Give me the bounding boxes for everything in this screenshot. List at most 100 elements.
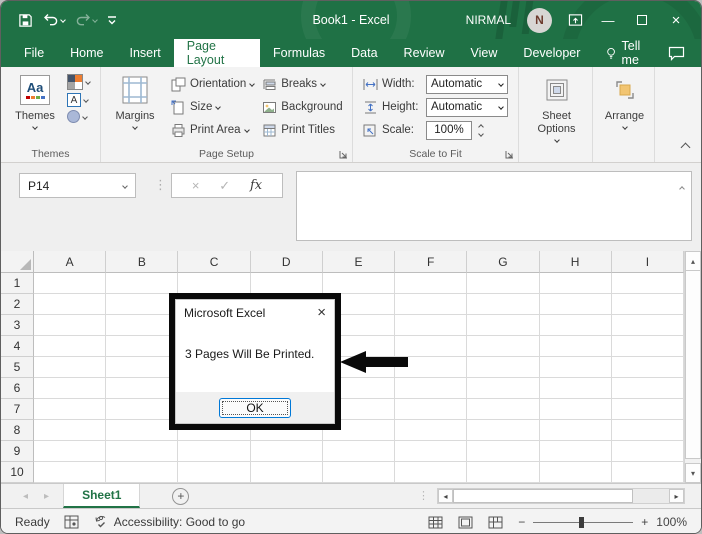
- next-sheet-button[interactable]: ▸: [44, 491, 49, 502]
- theme-effects-button[interactable]: [67, 110, 90, 123]
- cell-E10[interactable]: [323, 462, 395, 483]
- cell-C1[interactable]: [178, 273, 250, 294]
- column-header-F[interactable]: F: [395, 251, 467, 273]
- cell-B5[interactable]: [106, 357, 178, 378]
- cancel-entry-button[interactable]: ×: [192, 178, 200, 193]
- minimize-button[interactable]: —: [599, 13, 617, 28]
- cell-A6[interactable]: [34, 378, 106, 399]
- column-header-A[interactable]: A: [34, 251, 106, 273]
- scale-input[interactable]: 100%: [426, 121, 472, 140]
- cell-G1[interactable]: [467, 273, 539, 294]
- avatar[interactable]: N: [527, 8, 552, 33]
- horizontal-scrollbar-track[interactable]: [633, 489, 669, 503]
- cell-B7[interactable]: [106, 399, 178, 420]
- cell-D9[interactable]: [251, 441, 323, 462]
- scroll-up-button[interactable]: ▴: [685, 251, 701, 271]
- cell-I8[interactable]: [612, 420, 684, 441]
- tab-insert[interactable]: Insert: [117, 39, 174, 67]
- scroll-down-button[interactable]: ▾: [685, 463, 701, 483]
- close-button[interactable]: ×: [667, 12, 685, 29]
- undo-button[interactable]: [40, 10, 68, 30]
- cell-G5[interactable]: [467, 357, 539, 378]
- cell-C10[interactable]: [178, 462, 250, 483]
- cell-H4[interactable]: [540, 336, 612, 357]
- tab-view[interactable]: View: [458, 39, 511, 67]
- row-header-2[interactable]: 2: [1, 294, 34, 315]
- cell-A5[interactable]: [34, 357, 106, 378]
- accessibility-status[interactable]: Accessibility: Good to go: [93, 515, 245, 529]
- tab-home[interactable]: Home: [57, 39, 116, 67]
- cell-A4[interactable]: [34, 336, 106, 357]
- arrange-button[interactable]: Arrange: [599, 71, 650, 129]
- cell-I7[interactable]: [612, 399, 684, 420]
- scroll-left-button[interactable]: ◂: [438, 489, 453, 503]
- page-layout-view-button[interactable]: [458, 516, 473, 529]
- cell-D1[interactable]: [251, 273, 323, 294]
- tab-formulas[interactable]: Formulas: [260, 39, 338, 67]
- theme-fonts-button[interactable]: A: [67, 93, 90, 107]
- column-header-G[interactable]: G: [467, 251, 539, 273]
- horizontal-scrollbar[interactable]: ◂ ▸: [437, 488, 685, 504]
- cell-F10[interactable]: [395, 462, 467, 483]
- scale-to-fit-dialog-launcher[interactable]: [504, 149, 515, 160]
- scroll-right-button[interactable]: ▸: [669, 489, 684, 503]
- cell-I5[interactable]: [612, 357, 684, 378]
- formula-bar-separator-icon[interactable]: ⋮: [154, 177, 167, 193]
- print-area-button[interactable]: Print Area: [171, 120, 254, 140]
- normal-view-button[interactable]: [428, 516, 443, 529]
- zoom-level[interactable]: 100%: [656, 515, 687, 529]
- tab-data[interactable]: Data: [338, 39, 390, 67]
- cell-B9[interactable]: [106, 441, 178, 462]
- collapse-ribbon-button[interactable]: [682, 138, 689, 156]
- undo-dropdown-icon[interactable]: [60, 17, 66, 23]
- cell-A2[interactable]: [34, 294, 106, 315]
- tab-review[interactable]: Review: [391, 39, 458, 67]
- name-box[interactable]: P14: [19, 173, 136, 198]
- select-all-corner[interactable]: [1, 251, 34, 273]
- cell-B1[interactable]: [106, 273, 178, 294]
- tab-tell-me[interactable]: Tell me: [593, 39, 668, 67]
- themes-button[interactable]: Aa Themes: [7, 71, 63, 129]
- cell-F7[interactable]: [395, 399, 467, 420]
- row-header-5[interactable]: 5: [1, 357, 34, 378]
- name-box-dropdown-icon[interactable]: [122, 183, 128, 189]
- row-header-9[interactable]: 9: [1, 441, 34, 462]
- ribbon-display-options-button[interactable]: [568, 13, 583, 27]
- cell-F6[interactable]: [395, 378, 467, 399]
- cell-H8[interactable]: [540, 420, 612, 441]
- cell-I4[interactable]: [612, 336, 684, 357]
- print-titles-button[interactable]: Print Titles: [262, 120, 342, 140]
- ok-button[interactable]: OK: [219, 398, 291, 418]
- previous-sheet-button[interactable]: ◂: [23, 491, 28, 502]
- cell-I2[interactable]: [612, 294, 684, 315]
- row-header-8[interactable]: 8: [1, 420, 34, 441]
- confirm-entry-button[interactable]: ✓: [219, 178, 230, 194]
- zoom-slider[interactable]: [533, 522, 633, 523]
- maximize-button[interactable]: [633, 13, 651, 28]
- dialog-close-button[interactable]: ×: [317, 305, 326, 320]
- cell-G6[interactable]: [467, 378, 539, 399]
- cell-B3[interactable]: [106, 315, 178, 336]
- cell-F2[interactable]: [395, 294, 467, 315]
- tab-page-layout[interactable]: Page Layout: [174, 39, 260, 67]
- zoom-out-button[interactable]: −: [518, 515, 525, 529]
- cell-G7[interactable]: [467, 399, 539, 420]
- cell-A7[interactable]: [34, 399, 106, 420]
- cell-H9[interactable]: [540, 441, 612, 462]
- orientation-button[interactable]: Orientation: [171, 74, 254, 94]
- cell-E1[interactable]: [323, 273, 395, 294]
- cell-H6[interactable]: [540, 378, 612, 399]
- breaks-button[interactable]: Breaks: [262, 74, 342, 94]
- cell-G8[interactable]: [467, 420, 539, 441]
- user-name[interactable]: NIRMAL: [466, 13, 511, 27]
- insert-function-button[interactable]: fx: [250, 178, 262, 193]
- cell-I9[interactable]: [612, 441, 684, 462]
- row-header-10[interactable]: 10: [1, 462, 34, 483]
- column-header-D[interactable]: D: [251, 251, 323, 273]
- save-button[interactable]: [15, 10, 36, 31]
- tab-file[interactable]: File: [11, 39, 57, 67]
- redo-dropdown-icon[interactable]: [92, 17, 98, 23]
- scale-up-icon[interactable]: [478, 124, 484, 130]
- cell-F1[interactable]: [395, 273, 467, 294]
- row-header-3[interactable]: 3: [1, 315, 34, 336]
